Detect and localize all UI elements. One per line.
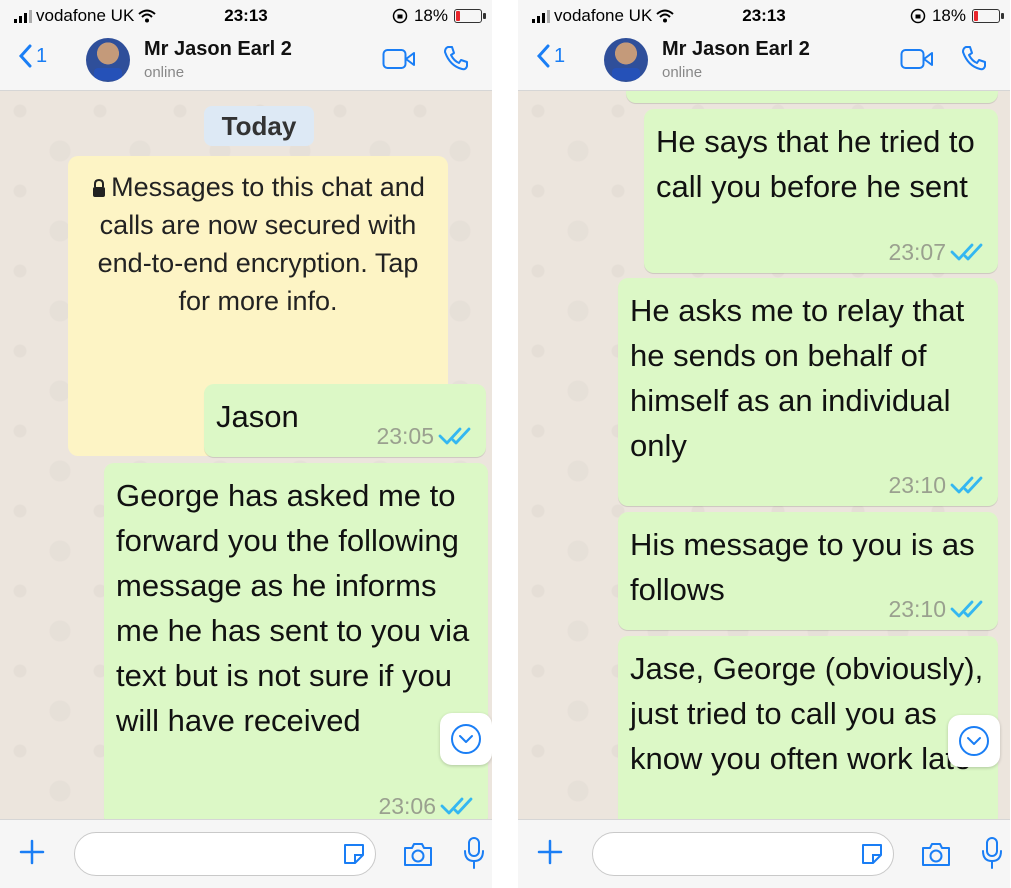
- camera-icon: [922, 843, 950, 866]
- chevron-left-icon: [18, 44, 32, 68]
- microphone-icon: [464, 837, 484, 869]
- orientation-lock-icon: [910, 8, 926, 24]
- compose-bar: [0, 819, 492, 888]
- plus-icon: [537, 839, 563, 865]
- message-bubble[interactable]: He says that he tried to call you before…: [644, 109, 998, 273]
- message-time: 23:06: [378, 793, 436, 819]
- message-bubble[interactable]: He asks me to relay that he sends on beh…: [618, 278, 998, 506]
- message-text: He says that he tried to call you before…: [656, 124, 975, 204]
- message-input[interactable]: [592, 832, 894, 876]
- avatar[interactable]: [604, 38, 648, 82]
- chat-screen-1: vodafone UK 23:13 18% 1 Mr Jason Earl 2 …: [0, 0, 492, 888]
- message-time: 23:10: [888, 596, 946, 622]
- chevron-left-icon: [536, 44, 550, 68]
- phone-icon: [444, 46, 468, 71]
- voice-call-button[interactable]: [442, 44, 470, 77]
- camera-button[interactable]: [402, 840, 434, 873]
- contact-name[interactable]: Mr Jason Earl 2: [144, 38, 292, 61]
- battery-percent: 18%: [931, 6, 966, 25]
- chevron-down-icon: [959, 726, 989, 756]
- attach-button[interactable]: [536, 838, 564, 871]
- video-camera-icon: [382, 49, 415, 69]
- chevron-down-icon: [451, 724, 481, 754]
- encryption-text: Messages to this chat and calls are now …: [97, 172, 425, 316]
- double-check-icon: [440, 797, 473, 815]
- microphone-icon: [982, 837, 1002, 869]
- plus-icon: [19, 839, 45, 865]
- chat-header: 1 Mr Jason Earl 2 online: [518, 30, 1010, 91]
- message-bubble-partial[interactable]: [626, 91, 998, 103]
- presence-status: online: [662, 64, 703, 81]
- chat-area[interactable]: Today Messages to this chat and calls ar…: [0, 91, 492, 819]
- camera-button[interactable]: [920, 840, 952, 873]
- status-bar: vodafone UK 23:13 18%: [0, 0, 492, 30]
- chat-screen-2: vodafone UK 23:13 18% 1 Mr Jason Earl 2 …: [518, 0, 1010, 888]
- sticker-button[interactable]: [341, 841, 367, 872]
- presence-status: online: [144, 64, 185, 81]
- video-call-button[interactable]: [382, 48, 416, 75]
- video-camera-icon: [900, 49, 933, 69]
- message-text: George has asked me to forward you the f…: [116, 478, 470, 738]
- battery-percent: 18%: [413, 6, 448, 25]
- double-check-icon: [950, 600, 983, 618]
- orientation-lock-icon: [392, 8, 408, 24]
- double-check-icon: [438, 427, 471, 445]
- date-separator: Today: [204, 106, 314, 146]
- message-bubble[interactable]: His message to you is as follows 23:10: [618, 512, 998, 630]
- scroll-to-bottom-button[interactable]: [948, 715, 1000, 767]
- back-button[interactable]: 1: [536, 44, 565, 68]
- double-check-icon: [950, 243, 983, 261]
- message-bubble[interactable]: Jase, George (obviously), just tried to …: [618, 636, 998, 819]
- battery-icon: [454, 9, 486, 23]
- chat-area[interactable]: He says that he tried to call you before…: [518, 91, 1010, 819]
- sticker-icon: [344, 844, 364, 864]
- message-bubble[interactable]: Jason 23:05: [204, 384, 486, 457]
- chat-header: 1 Mr Jason Earl 2 online: [0, 30, 492, 91]
- scroll-to-bottom-button[interactable]: [440, 713, 492, 765]
- message-text: He asks me to relay that he sends on beh…: [630, 293, 965, 463]
- message-time: 23:07: [888, 239, 946, 265]
- double-check-icon: [950, 476, 983, 494]
- voice-call-button[interactable]: [960, 44, 988, 77]
- message-time: 23:05: [376, 423, 434, 449]
- avatar[interactable]: [86, 38, 130, 82]
- message-bubble[interactable]: George has asked me to forward you the f…: [104, 463, 488, 819]
- battery-icon: [972, 9, 1004, 23]
- compose-bar: [518, 819, 1010, 888]
- sticker-button[interactable]: [859, 841, 885, 872]
- message-time: 23:10: [888, 472, 946, 498]
- phone-icon: [962, 46, 986, 71]
- camera-icon: [404, 843, 432, 866]
- message-text: Jase, George (obviously), just tried to …: [630, 651, 984, 776]
- status-bar: vodafone UK 23:13 18%: [518, 0, 1010, 30]
- sticker-icon: [862, 844, 882, 864]
- microphone-button[interactable]: [980, 836, 1004, 875]
- lock-icon: [93, 178, 106, 197]
- back-count: 1: [36, 44, 48, 67]
- video-call-button[interactable]: [900, 48, 934, 75]
- contact-name[interactable]: Mr Jason Earl 2: [662, 38, 810, 61]
- back-count: 1: [554, 44, 566, 67]
- attach-button[interactable]: [18, 838, 46, 871]
- back-button[interactable]: 1: [18, 44, 47, 68]
- microphone-button[interactable]: [462, 836, 486, 875]
- message-input[interactable]: [74, 832, 376, 876]
